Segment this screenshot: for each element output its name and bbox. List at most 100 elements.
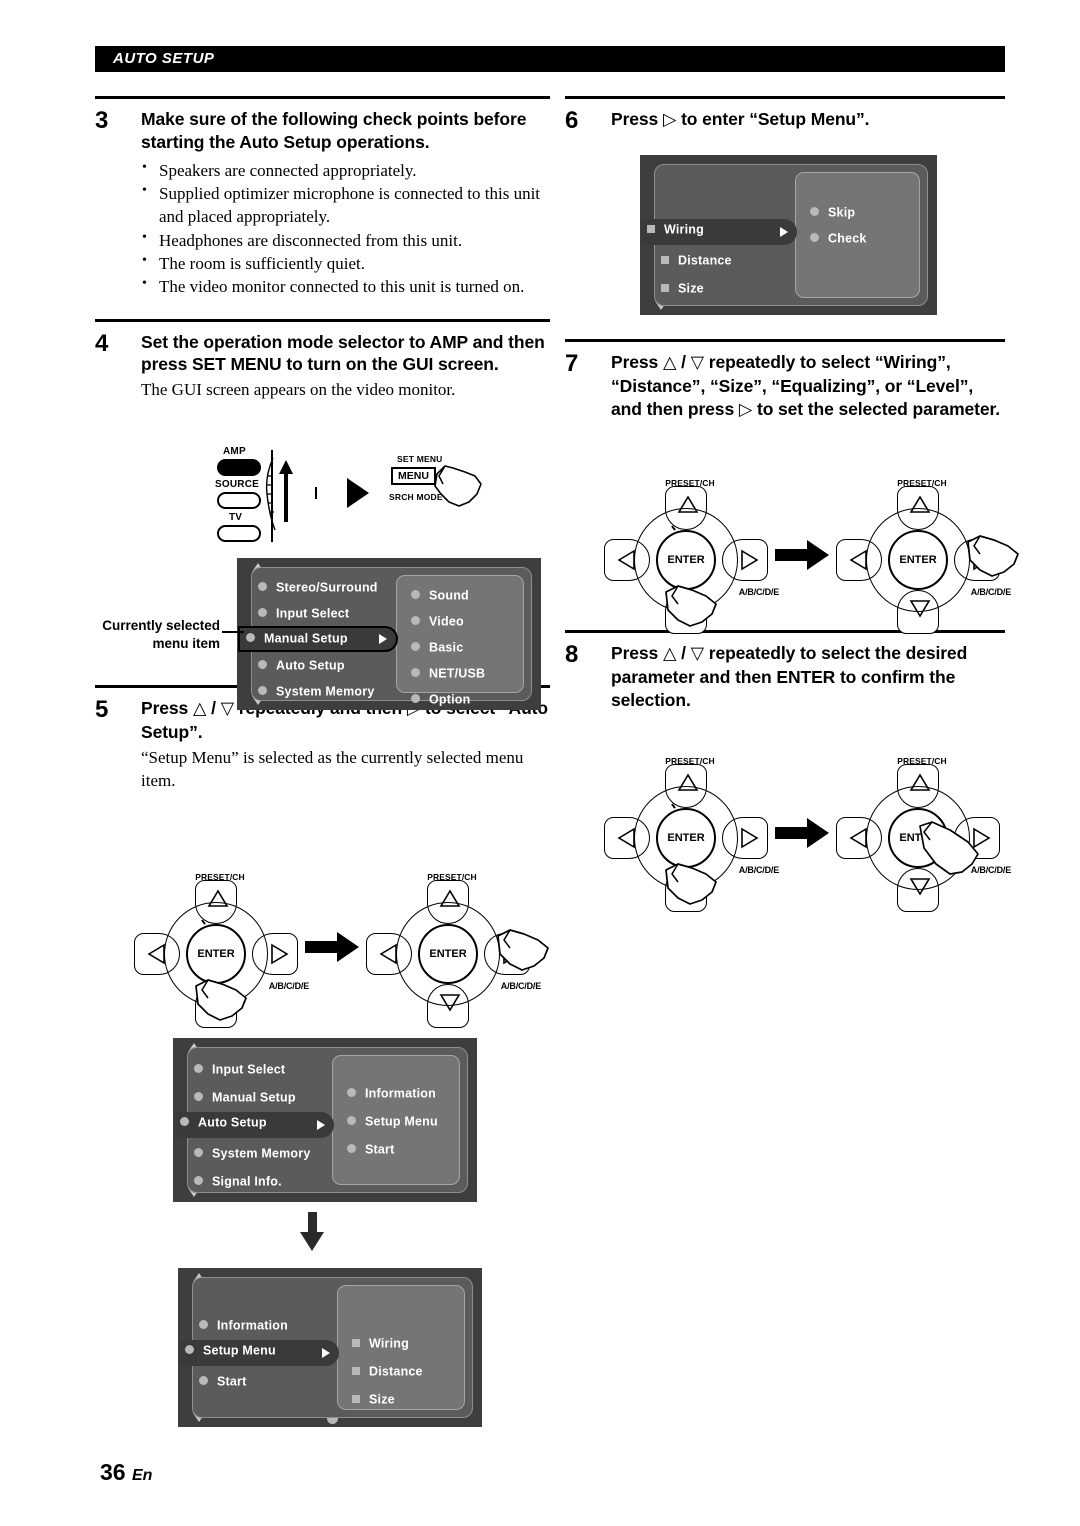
enter-key[interactable]: ENTER: [656, 808, 716, 868]
menu-item-basic[interactable]: Basic: [411, 640, 463, 655]
gui-left-pane: Skip Check Wiring Distance Size: [633, 164, 928, 306]
bullet-icon: [347, 1088, 356, 1098]
menu-item-system-memory[interactable]: System Memory: [194, 1146, 310, 1161]
hand-pointer-icon: [919, 821, 979, 875]
step-3-number: 3: [95, 107, 109, 134]
down-arrow-icon: ▽: [220, 699, 234, 720]
bullet-icon: [258, 686, 267, 696]
hand-pointer-icon: [497, 929, 549, 971]
chevron-right-icon: [379, 634, 387, 644]
enter-key[interactable]: ENTER: [888, 530, 948, 590]
menu-item-sound[interactable]: Sound: [411, 588, 469, 603]
step-6: 6 Press ▷ to enter “Setup Menu”.: [565, 99, 1005, 134]
manual-page: AUTO SETUP 3 Make sure of the following …: [0, 0, 1080, 1526]
abcde-label: A/B/C/D/E: [268, 981, 309, 991]
tv-mode-button: [217, 525, 261, 542]
amp-label: AMP: [223, 446, 246, 457]
remote-cursor-pad-step7-after: PRESET/CH ENTER A/B/C/D/E: [836, 478, 1019, 634]
square-bullet-icon: [661, 283, 669, 292]
bullet-icon: [180, 1117, 189, 1127]
menu-item-netusb[interactable]: NET/USB: [411, 666, 485, 681]
menu-item-wiring-selected[interactable]: Wiring: [641, 219, 797, 245]
menu-item-setup-menu[interactable]: Setup Menu: [347, 1114, 438, 1129]
callout-currently-selected-item: Currently selected menu item: [102, 618, 220, 651]
figure-flow-arrow-icon: [315, 478, 371, 508]
menu-item-option[interactable]: Option: [411, 692, 470, 707]
step-5-number: 5: [95, 696, 109, 724]
menu-item-input-select[interactable]: Input Select: [194, 1062, 285, 1077]
bullet-icon: [258, 582, 267, 592]
step-6-number: 6: [565, 107, 579, 134]
flow-down-arrow-icon: [300, 1212, 325, 1254]
step-7-text-pre: Press: [611, 351, 663, 372]
bullet-icon: [411, 668, 420, 678]
menu-item-manual-setup[interactable]: Manual Setup: [194, 1090, 296, 1105]
gui-left-pane: Information Setup Menu Start Input Selec…: [174, 1047, 468, 1193]
source-label: SOURCE: [215, 479, 259, 490]
remote-cursor-pad-step5-after: PRESET/CH ENTER A/B/C/D/E: [366, 872, 549, 1028]
menu-item-system-memory[interactable]: System Memory: [258, 684, 374, 699]
menu-item-manual-setup-selected[interactable]: Manual Setup: [238, 626, 398, 652]
section-header-bar: AUTO SETUP: [95, 46, 1005, 72]
menu-item-auto-setup[interactable]: Auto Setup: [258, 658, 345, 673]
step-5-text-pre: Press: [141, 698, 193, 719]
gui-right-pane: Skip Check: [795, 172, 920, 298]
separator: /: [676, 642, 691, 663]
remote-cursor-pad-step8-after: PRESET/CH ENTER A/B/C/D/E: [836, 756, 1011, 912]
menu-button[interactable]: MENU: [391, 467, 436, 485]
bullet-icon: [411, 642, 420, 652]
bullet-icon: [810, 233, 819, 243]
menu-item-skip[interactable]: Skip: [810, 205, 855, 220]
amp-mode-button: [217, 459, 261, 476]
bullet-icon: [347, 1144, 356, 1154]
menu-item-input-select[interactable]: Input Select: [258, 606, 349, 621]
square-bullet-icon: [352, 1366, 360, 1375]
menu-item-check[interactable]: Check: [810, 231, 867, 246]
source-mode-button: [217, 492, 261, 509]
menu-item-start[interactable]: Start: [347, 1142, 394, 1157]
gui-right-pane: Wiring Distance Size: [337, 1285, 465, 1410]
remote-cursor-pad-step5-before: PRESET/CH ENTER A/B/C/D/E: [134, 872, 309, 1028]
figure-flow-arrow-icon: [305, 932, 361, 962]
set-menu-button-figure: SET MENU MENU SRCH MODE: [387, 454, 482, 510]
step-5-body: “Setup Menu” is selected as the currentl…: [141, 747, 524, 790]
enter-key[interactable]: ENTER: [656, 530, 716, 590]
menu-item-distance[interactable]: Distance: [352, 1364, 423, 1379]
enter-key[interactable]: ENTER: [186, 924, 246, 984]
menu-item-information[interactable]: Information: [347, 1086, 436, 1101]
menu-item-signal-info[interactable]: Signal Info.: [194, 1174, 282, 1189]
menu-item-size[interactable]: Size: [352, 1392, 395, 1407]
menu-item-information[interactable]: Information: [199, 1318, 288, 1333]
menu-item-wiring[interactable]: Wiring: [352, 1336, 409, 1351]
bullet-icon: [411, 616, 420, 626]
bullet-icon: [194, 1176, 203, 1186]
bullet-icon: [258, 608, 267, 618]
up-arrow-icon: △: [662, 643, 677, 664]
menu-item-stereo-surround[interactable]: Stereo/Surround: [258, 580, 378, 595]
hand-pointer-icon: [195, 979, 247, 1021]
chevron-right-icon: [780, 227, 788, 237]
step-7: 7 Press △ / ▽ repeatedly to select “Wiri…: [565, 342, 1005, 422]
hand-pointer-icon: [967, 535, 1019, 577]
bullet-icon: [194, 1148, 203, 1158]
step-7-number: 7: [565, 349, 579, 377]
menu-item-distance[interactable]: Distance: [661, 253, 732, 268]
bullet-icon: [185, 1345, 194, 1355]
remote-cursor-pad-step8-before: PRESET/CH ENTER A/B/C/D/E: [604, 756, 779, 912]
selector-up-arrow-icon: [279, 460, 293, 526]
abcde-label: A/B/C/D/E: [738, 865, 779, 875]
step-8-text-pre: Press: [611, 642, 663, 663]
callout-leader-line: [222, 631, 244, 633]
menu-item-video[interactable]: Video: [411, 614, 464, 629]
menu-item-setup-menu-selected[interactable]: Setup Menu: [179, 1340, 339, 1366]
chevron-right-icon: [322, 1348, 330, 1358]
menu-item-start[interactable]: Start: [199, 1374, 246, 1389]
menu-item-auto-setup-selected[interactable]: Auto Setup: [174, 1112, 334, 1138]
square-bullet-icon: [352, 1338, 360, 1347]
bullet-icon: [194, 1092, 203, 1102]
menu-item-size[interactable]: Size: [661, 281, 704, 296]
chevron-left-icon: [633, 227, 640, 237]
bullet-icon: [194, 1064, 203, 1074]
enter-key[interactable]: ENTER: [418, 924, 478, 984]
step-6-text-post: to enter “Setup Menu”.: [676, 109, 870, 129]
